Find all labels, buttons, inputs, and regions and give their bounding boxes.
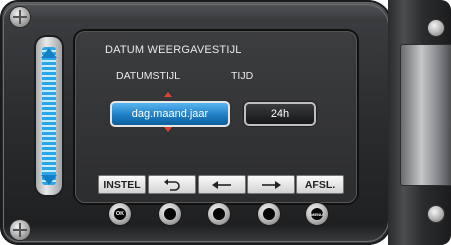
return-button[interactable] xyxy=(148,175,196,194)
date-style-field[interactable]: dag.maand.jaar xyxy=(110,101,230,127)
slider-track[interactable] xyxy=(42,47,56,185)
instel-button[interactable]: INSTEL xyxy=(98,175,146,194)
hardware-button-3[interactable] xyxy=(208,203,230,225)
slider-down-arrow-icon[interactable] xyxy=(41,175,57,185)
button-face xyxy=(213,208,225,220)
ok-hardware-button[interactable]: OK xyxy=(109,203,131,225)
screw-icon xyxy=(10,220,30,240)
hinge-screw-icon xyxy=(428,206,444,222)
time-format-field[interactable]: 24h xyxy=(244,102,316,126)
left-button[interactable] xyxy=(198,175,246,194)
menu-label: MENU xyxy=(311,208,323,220)
caret-down-icon[interactable] xyxy=(164,127,172,132)
menu-hardware-button[interactable]: MENU xyxy=(306,203,328,225)
caret-up-icon[interactable] xyxy=(164,92,172,97)
ok-label: OK xyxy=(114,208,126,220)
time-label: TIJD xyxy=(231,70,254,82)
date-style-label: DATUMSTIJL xyxy=(116,70,180,82)
hardware-button-4[interactable] xyxy=(258,203,280,225)
button-face xyxy=(263,208,275,220)
page-title: DATUM WEERGAVESTIJL xyxy=(105,44,242,56)
right-arrow-icon xyxy=(262,180,281,189)
hinge-screw-icon xyxy=(428,20,444,36)
button-face xyxy=(164,208,176,220)
hardware-button-2[interactable] xyxy=(159,203,181,225)
right-button[interactable] xyxy=(247,175,295,194)
slider-up-arrow-icon[interactable] xyxy=(41,48,57,58)
hinge-plate xyxy=(400,44,451,186)
afsl-button[interactable]: AFSL. xyxy=(296,175,344,194)
return-arrow-icon xyxy=(164,178,180,191)
screw-icon xyxy=(10,7,30,27)
left-arrow-icon xyxy=(212,180,231,189)
